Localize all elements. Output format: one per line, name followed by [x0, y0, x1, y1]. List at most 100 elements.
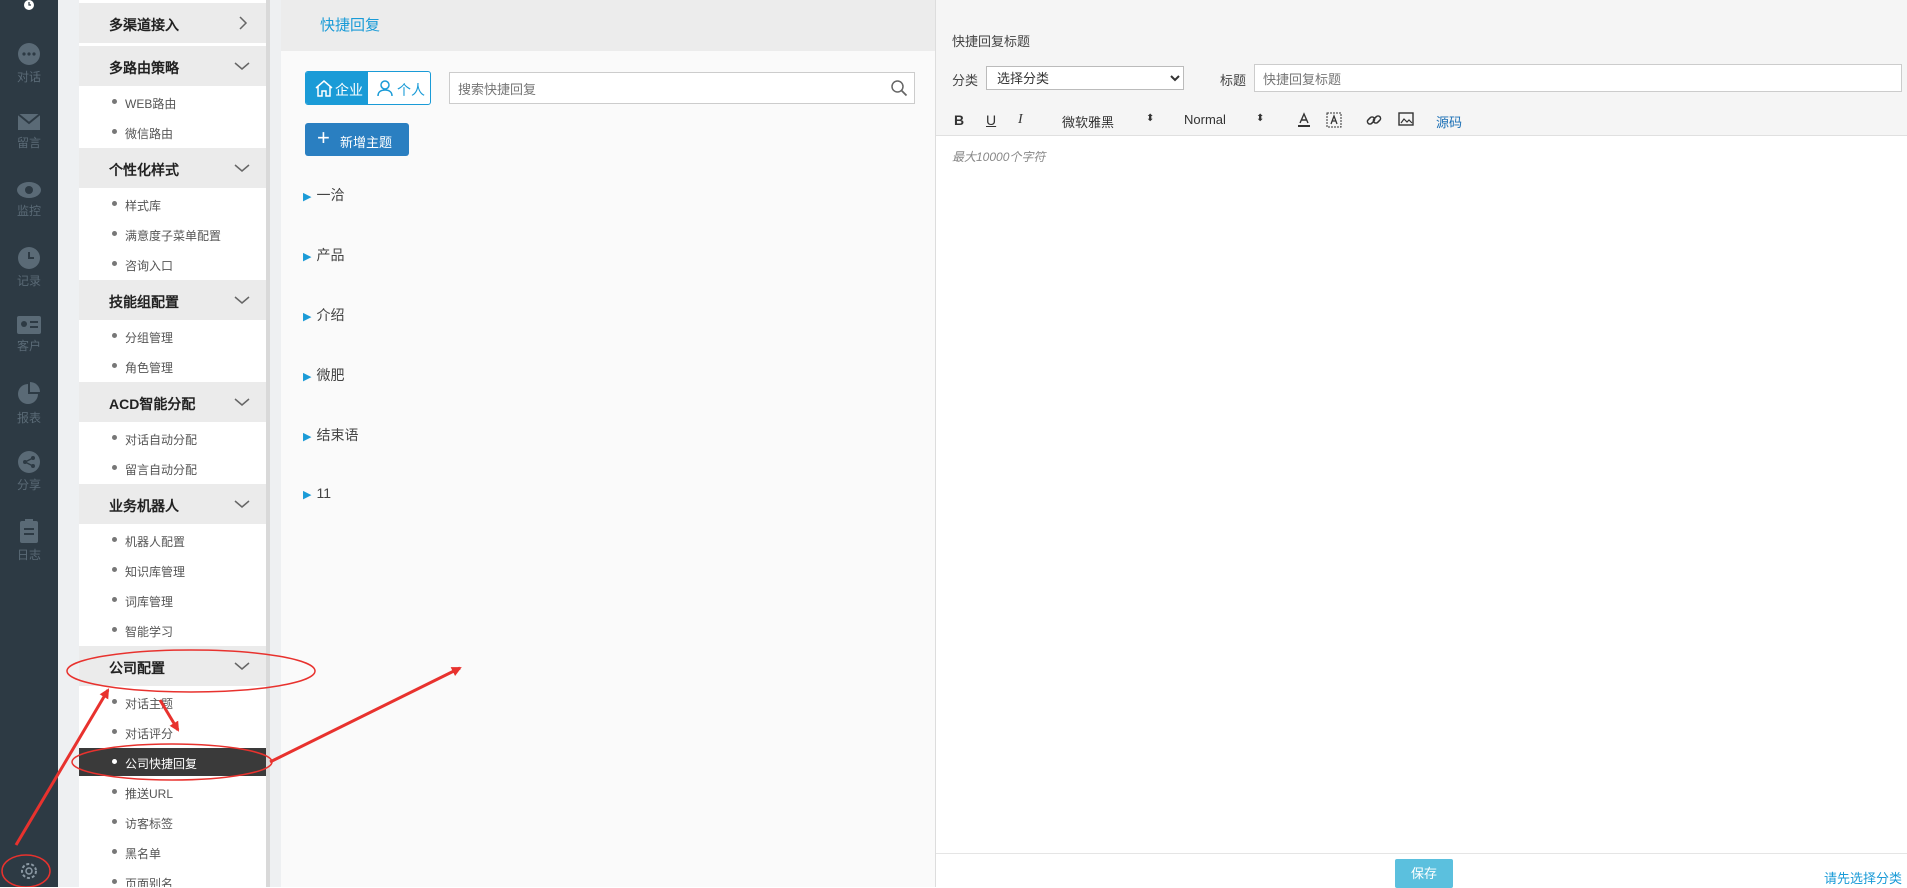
image-icon[interactable] [1398, 112, 1414, 129]
tab-label: 个人 [397, 82, 425, 98]
search-input[interactable] [456, 78, 880, 100]
bullet [112, 627, 117, 632]
tab-enterprise[interactable]: 企业 [306, 72, 368, 104]
menu-item-label: 词库管理 [125, 595, 174, 609]
tree-node[interactable]: ▶ 一洽 [303, 185, 344, 205]
menu-item-label: 公司快捷回复 [125, 757, 198, 771]
menu-group-style[interactable]: 个性化样式 [79, 148, 266, 188]
rail-label: 对话 [16, 70, 41, 84]
reply-editor-panel: 快捷回复标题 分类 选择分类 标题 B U I 微软雅黑 ⬍ Normal ⬍ … [935, 0, 1907, 888]
menu-group-acd[interactable]: ACD智能分配 [79, 382, 266, 422]
menu-item-role-management[interactable]: 角色管理 [79, 352, 266, 380]
tree-node[interactable]: ▶ 结束语 [303, 425, 358, 445]
menu-item-chat-topics[interactable]: 对话主题 [79, 688, 266, 716]
bullet [112, 99, 117, 104]
mail-icon [0, 112, 58, 132]
bullet [112, 699, 117, 704]
bullet [112, 729, 117, 734]
menu-group-company[interactable]: 公司配置 [79, 646, 266, 686]
menu-group-label: 公司配置 [109, 660, 165, 676]
search-icon[interactable] [890, 79, 908, 100]
rail-item-log[interactable]: 日志 [0, 518, 58, 563]
menu-item-label: 对话主题 [125, 697, 174, 711]
menu-group-multichannel[interactable]: 多渠道接入 [79, 3, 266, 43]
menu-item-page-alias[interactable]: 页面别名 [79, 868, 266, 887]
link-icon[interactable] [1366, 112, 1382, 131]
menu-item-visitor-tags[interactable]: 访客标签 [79, 808, 266, 836]
bullet [112, 333, 117, 338]
italic-button[interactable]: I [1018, 112, 1023, 128]
expand-triangle-icon: ▶ [303, 431, 312, 443]
text-color-icon[interactable] [1296, 112, 1312, 131]
tree-node[interactable]: ▶ 产品 [303, 245, 344, 265]
chat-icon [0, 42, 58, 66]
source-code-button[interactable]: 源码 [1436, 112, 1462, 131]
updown-arrows-icon: ⬍ [1146, 113, 1155, 124]
menu-item-chat-auto-assign[interactable]: 对话自动分配 [79, 424, 266, 452]
menu-item-style-library[interactable]: 样式库 [79, 190, 266, 218]
menu-item-smart-learning[interactable]: 智能学习 [79, 616, 266, 644]
save-button[interactable]: 保存 [1395, 859, 1453, 888]
rail-item-customer[interactable]: 客户 [0, 315, 58, 354]
title-label: 标题 [1220, 73, 1247, 88]
category-select[interactable]: 选择分类 [986, 66, 1184, 90]
tree-node[interactable]: ▶ 微肥 [303, 365, 344, 385]
bullet [112, 849, 117, 854]
editor-footer: 保存 请先选择分类 [936, 853, 1907, 888]
tree-node[interactable]: ▶ 11 [303, 485, 331, 505]
share-icon [0, 450, 58, 474]
menu-item-group-management[interactable]: 分组管理 [79, 322, 266, 350]
tab-personal[interactable]: 个人 [368, 72, 430, 104]
clock-icon [0, 246, 58, 270]
menu-item-label: 微信路由 [125, 127, 174, 141]
pie-chart-icon [0, 381, 58, 407]
menu-item-robot-config[interactable]: 机器人配置 [79, 526, 266, 554]
chevron-down-icon [234, 659, 250, 676]
rail-item-records[interactable]: 记录 [0, 246, 58, 289]
settings-button[interactable] [0, 860, 58, 882]
eye-icon [0, 180, 58, 200]
background-color-icon[interactable] [1326, 112, 1342, 131]
expand-triangle-icon: ▶ [303, 371, 312, 383]
chevron-down-icon [234, 59, 250, 76]
menu-item-lexicon[interactable]: 词库管理 [79, 586, 266, 614]
underline-button[interactable]: U [986, 112, 996, 128]
rail-item-monitor[interactable]: 监控 [0, 180, 58, 219]
menu-group-robot[interactable]: 业务机器人 [79, 484, 266, 524]
rail-item-message[interactable]: 留言 [0, 112, 58, 151]
title-input[interactable] [1261, 69, 1885, 89]
menu-item-satisfaction-menu[interactable]: 满意度子菜单配置 [79, 220, 266, 248]
menu-group-routing[interactable]: 多路由策略 [79, 46, 266, 86]
menu-item-company-quick-reply[interactable]: 公司快捷回复 [79, 748, 266, 776]
bold-button[interactable]: B [954, 112, 964, 128]
font-size-select[interactable]: Normal [1184, 112, 1226, 127]
menu-item-blacklist[interactable]: 黑名单 [79, 838, 266, 866]
menu-item-message-auto-assign[interactable]: 留言自动分配 [79, 454, 266, 482]
rail-item-chat[interactable]: 对话 [0, 42, 58, 85]
menu-item-wechat-routing[interactable]: 微信路由 [79, 118, 266, 146]
menu-group-label: ACD智能分配 [109, 396, 196, 412]
chevron-right-icon [236, 16, 250, 33]
left-rail: 对话 留言 监控 记录 客户 报表 分享 日志 [0, 0, 58, 887]
rail-item-report[interactable]: 报表 [0, 381, 58, 426]
menu-divider [270, 0, 281, 887]
select-category-hint[interactable]: 请先选择分类 [1824, 868, 1902, 887]
tree-node[interactable]: ▶ 介绍 [303, 305, 344, 325]
quick-reply-panel: 快捷回复 企业 个人 + 新增主题 ▶ 一洽 ▶ 产品 ▶ 介绍 ▶ 微肥 ▶ 结束语 ▶… [281, 0, 935, 887]
menu-group-skill-groups[interactable]: 技能组配置 [79, 280, 266, 320]
page-title: 快捷回复 [320, 17, 381, 34]
add-topic-label: 新增主题 [340, 135, 393, 150]
menu-item-web-routing[interactable]: WEB路由 [79, 88, 266, 116]
rail-item-share[interactable]: 分享 [0, 450, 58, 493]
menu-item-consult-entry[interactable]: 咨询入口 [79, 250, 266, 278]
font-family-select[interactable]: 微软雅黑 [1062, 112, 1114, 131]
menu-item-label: 分组管理 [125, 331, 174, 345]
menu-item-knowledge-base[interactable]: 知识库管理 [79, 556, 266, 584]
editor-placeholder[interactable]: 最大10000个字符 [952, 148, 1045, 165]
category-label: 分类 [952, 73, 979, 88]
menu-item-push-url[interactable]: 推送URL [79, 778, 266, 806]
menu-item-chat-rating[interactable]: 对话评分 [79, 718, 266, 746]
bullet [112, 465, 117, 470]
add-topic-button[interactable]: + 新增主题 [305, 123, 409, 156]
bullet [112, 261, 117, 266]
